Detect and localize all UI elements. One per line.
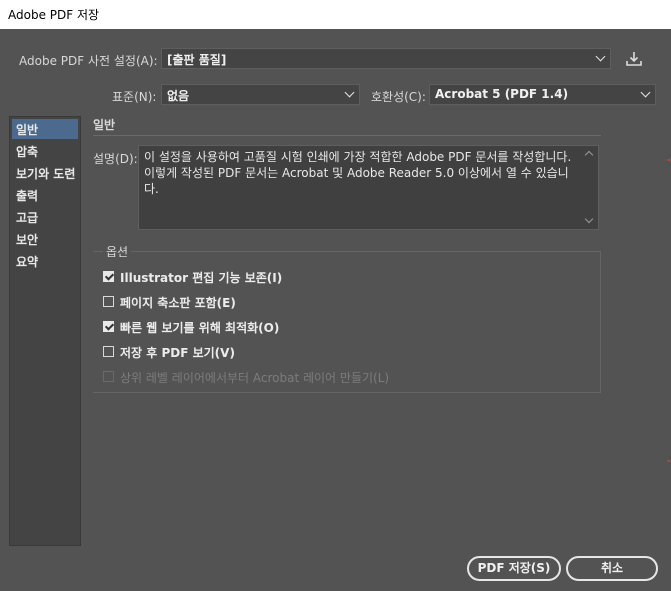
compatibility-dropdown[interactable]: Acrobat 5 (PDF 1.4) xyxy=(429,84,656,105)
checkbox[interactable] xyxy=(103,296,114,307)
sidebar-item-security[interactable]: 보안 xyxy=(12,229,78,249)
description-text[interactable]: 이 설정을 사용하여 고품질 시험 인쇄에 가장 적합한 Adobe PDF 문… xyxy=(138,145,599,230)
option-label: 상위 레벨 레이어에서부터 Acrobat 레이어 만들기(L) xyxy=(120,371,390,385)
divider xyxy=(93,135,601,136)
window-title: Adobe PDF 저장 xyxy=(8,8,100,22)
sidebar-item-summary[interactable]: 요약 xyxy=(12,251,78,271)
compatibility-value: Acrobat 5 (PDF 1.4) xyxy=(435,87,569,101)
edge-mark xyxy=(667,460,670,462)
options-title: 옵션 xyxy=(103,243,132,260)
category-sidebar: 일반 압축 보기와 도련 출력 고급 보안 요약 xyxy=(9,116,81,546)
save-pdf-button[interactable]: PDF 저장(S) xyxy=(467,556,561,581)
checkbox[interactable] xyxy=(103,346,114,357)
checkbox[interactable] xyxy=(103,321,114,332)
checkbox xyxy=(103,371,114,382)
scroll-up-icon[interactable] xyxy=(584,150,594,160)
sidebar-item-label: 보기와 도련 xyxy=(16,167,76,181)
sidebar-item-label: 압축 xyxy=(16,145,39,159)
standard-dropdown[interactable]: 없음 xyxy=(161,84,360,105)
preset-value: [출판 품질] xyxy=(167,53,227,67)
sidebar-item-advanced[interactable]: 고급 xyxy=(12,207,78,227)
option-label: 저장 후 PDF 보기(V) xyxy=(120,346,235,360)
cancel-button[interactable]: 취소 xyxy=(566,556,658,581)
standard-label: 표준(N): xyxy=(112,90,157,104)
sidebar-item-label: 출력 xyxy=(16,189,39,203)
option-label: 페이지 축소판 포함(E) xyxy=(120,296,236,310)
sidebar-item-output[interactable]: 출력 xyxy=(12,185,78,205)
chevron-down-icon xyxy=(344,87,355,98)
sidebar-item-compression[interactable]: 압축 xyxy=(12,141,78,161)
title-bar: Adobe PDF 저장 xyxy=(0,0,671,29)
sidebar-item-marks-bleeds[interactable]: 보기와 도련 xyxy=(12,163,78,183)
chevron-down-icon xyxy=(640,87,651,98)
option-label: Illustrator 편집 기능 보존(I) xyxy=(120,271,283,285)
sidebar-item-general[interactable]: 일반 xyxy=(12,119,78,139)
sidebar-item-label: 고급 xyxy=(16,211,39,225)
chevron-down-icon xyxy=(595,51,606,62)
sidebar-item-label: 일반 xyxy=(16,123,39,137)
sidebar-item-label: 보안 xyxy=(16,233,39,247)
description-content: 이 설정을 사용하여 고품질 시험 인쇄에 가장 적합한 Adobe PDF 문… xyxy=(144,150,572,196)
compatibility-label: 호환성(C): xyxy=(371,90,426,104)
edge-mark xyxy=(667,159,670,161)
description-label: 설명(D): xyxy=(93,152,138,166)
save-preset-icon[interactable] xyxy=(622,48,646,70)
section-title: 일반 xyxy=(93,118,116,132)
standard-value: 없음 xyxy=(167,89,190,103)
preset-label: Adobe PDF 사전 설정(A): xyxy=(19,54,158,68)
checkbox[interactable] xyxy=(103,271,114,282)
option-label: 빠른 웹 보기를 위해 최적화(O) xyxy=(120,321,280,335)
preset-dropdown[interactable]: [출판 품질] xyxy=(161,48,611,69)
sidebar-item-label: 요약 xyxy=(16,255,39,269)
scroll-down-icon[interactable] xyxy=(584,214,594,224)
